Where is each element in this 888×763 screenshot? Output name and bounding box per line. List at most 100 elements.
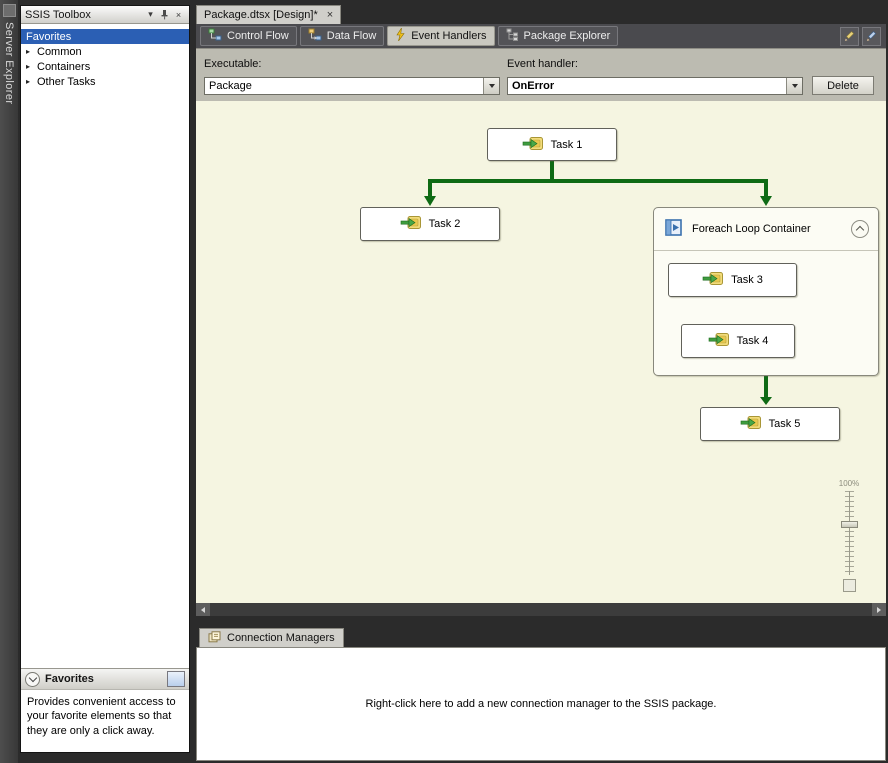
data-flow-icon bbox=[308, 28, 322, 44]
toolbar-button-b[interactable] bbox=[862, 27, 881, 46]
task-icon bbox=[702, 271, 724, 289]
event-handlers-icon bbox=[395, 28, 406, 44]
toolbox-item-containers[interactable]: ▸ Containers bbox=[21, 59, 189, 74]
task-label: Task 5 bbox=[769, 418, 801, 430]
server-explorer-icon bbox=[3, 4, 16, 17]
foreach-loop-icon bbox=[663, 218, 683, 240]
connection-managers-tab-label: Connection Managers bbox=[227, 632, 335, 644]
tab-data-flow[interactable]: Data Flow bbox=[300, 26, 385, 46]
toolbox-title: SSIS Toolbox bbox=[25, 9, 143, 21]
control-flow-icon bbox=[208, 28, 222, 44]
triangle-left-icon bbox=[201, 607, 205, 613]
task-icon bbox=[708, 332, 730, 350]
zoom-slider[interactable] bbox=[845, 491, 854, 575]
task-node-5[interactable]: Task 5 bbox=[700, 407, 840, 441]
package-explorer-icon bbox=[506, 28, 519, 44]
zoom-slider-thumb[interactable] bbox=[841, 521, 858, 528]
task-label: Task 1 bbox=[551, 139, 583, 151]
connection-managers-hint: Right-click here to add a new connection… bbox=[366, 698, 717, 710]
event-handler-combobox[interactable]: OnError bbox=[507, 77, 803, 95]
toolbox-details-section: Favorites Provides convenient access to … bbox=[21, 668, 189, 752]
task-icon bbox=[522, 136, 544, 154]
delete-button[interactable]: Delete bbox=[812, 76, 874, 95]
task-label: Task 2 bbox=[429, 218, 461, 230]
event-handler-params-row: Executable: Package Event handler: OnErr… bbox=[196, 48, 886, 101]
event-handler-value: OnError bbox=[508, 78, 786, 94]
task-node-2[interactable]: Task 2 bbox=[360, 207, 500, 241]
task-node-4[interactable]: Task 4 bbox=[681, 324, 795, 358]
tab-label: Data Flow bbox=[327, 30, 377, 42]
task-label: Task 3 bbox=[731, 274, 763, 286]
pin-icon[interactable] bbox=[158, 8, 171, 21]
toolbar-button-a[interactable] bbox=[840, 27, 859, 46]
connection-managers-tabbar: Connection Managers bbox=[196, 627, 886, 647]
chevron-up-icon bbox=[856, 226, 864, 234]
task-node-3[interactable]: Task 3 bbox=[668, 263, 797, 297]
toolbox-titlebar[interactable]: SSIS Toolbox ▾ × bbox=[21, 6, 189, 24]
connection-managers-tab[interactable]: Connection Managers bbox=[199, 628, 344, 647]
zoom-control: 100% bbox=[838, 479, 860, 592]
task-label: Task 4 bbox=[737, 335, 769, 347]
close-icon[interactable]: × bbox=[327, 10, 333, 21]
tab-label: Package Explorer bbox=[524, 30, 611, 42]
expand-arrow-icon: ▸ bbox=[26, 62, 37, 71]
document-tab-title: Package.dtsx [Design]* bbox=[204, 9, 318, 21]
toolbox-item-label: Favorites bbox=[26, 31, 71, 43]
document-tabbar: Package.dtsx [Design]* × bbox=[196, 5, 886, 24]
horizontal-scrollbar[interactable] bbox=[196, 603, 886, 616]
toolbox-details-description: Provides convenient access to your favor… bbox=[21, 690, 189, 752]
triangle-right-icon bbox=[877, 607, 881, 613]
dropdown-arrow-icon[interactable] bbox=[483, 78, 499, 94]
event-handler-label: Event handler: bbox=[507, 58, 578, 70]
scroll-left-button[interactable] bbox=[196, 603, 210, 616]
pencil-icon bbox=[844, 31, 855, 42]
chevron-down-icon[interactable] bbox=[25, 672, 40, 687]
window-menu-icon[interactable]: ▾ bbox=[144, 8, 157, 21]
toolbox-item-label: Common bbox=[37, 46, 82, 58]
tab-event-handlers[interactable]: Event Handlers bbox=[387, 26, 494, 46]
tab-label: Event Handlers bbox=[411, 30, 486, 42]
designer-view-bar: Control Flow Data Flow Event Handlers Pa… bbox=[196, 24, 886, 48]
toolbox-details-menu-icon[interactable] bbox=[167, 671, 185, 687]
zoom-level-label: 100% bbox=[838, 479, 860, 488]
app-window: Server Explorer SSIS Toolbox ▾ × Favorit… bbox=[0, 0, 888, 763]
server-explorer-strip[interactable]: Server Explorer bbox=[0, 0, 18, 763]
panel-gap bbox=[196, 616, 886, 627]
executable-combobox[interactable]: Package bbox=[204, 77, 500, 95]
executable-value: Package bbox=[205, 78, 483, 94]
dropdown-arrow-icon[interactable] bbox=[786, 78, 802, 94]
document-tab-package[interactable]: Package.dtsx [Design]* × bbox=[196, 5, 341, 24]
container-label: Foreach Loop Container bbox=[692, 223, 811, 235]
toolbox-item-label: Containers bbox=[37, 61, 90, 73]
toolbox-item-favorites[interactable]: Favorites bbox=[21, 29, 189, 44]
connection-managers-area[interactable]: Right-click here to add a new connection… bbox=[196, 647, 886, 761]
collapse-button[interactable] bbox=[851, 220, 869, 238]
connection-manager-icon bbox=[208, 631, 221, 646]
expand-arrow-icon: ▸ bbox=[26, 47, 37, 56]
zoom-fit-button[interactable] bbox=[843, 579, 856, 592]
server-explorer-label: Server Explorer bbox=[3, 22, 15, 104]
tab-control-flow[interactable]: Control Flow bbox=[200, 26, 297, 46]
toolbox-item-list: Favorites ▸ Common ▸ Containers ▸ Other … bbox=[21, 24, 189, 89]
close-icon[interactable]: × bbox=[172, 8, 185, 21]
expand-arrow-icon: ▸ bbox=[26, 77, 37, 86]
view-bar-right-tools bbox=[840, 27, 882, 46]
task-node-1[interactable]: Task 1 bbox=[487, 128, 617, 161]
pencil-icon bbox=[866, 31, 877, 42]
tab-label: Control Flow bbox=[227, 30, 289, 42]
toolbox-item-label: Other Tasks bbox=[37, 76, 96, 88]
ssis-toolbox-panel: SSIS Toolbox ▾ × Favorites ▸ Common ▸ Co… bbox=[20, 5, 190, 753]
scroll-right-button[interactable] bbox=[872, 603, 886, 616]
scrollbar-track[interactable] bbox=[210, 603, 872, 616]
executable-label: Executable: bbox=[204, 58, 261, 70]
editor-area: Package.dtsx [Design]* × Control Flow Da… bbox=[196, 5, 886, 761]
toolbox-item-common[interactable]: ▸ Common bbox=[21, 44, 189, 59]
toolbox-details-header[interactable]: Favorites bbox=[21, 668, 189, 690]
tab-package-explorer[interactable]: Package Explorer bbox=[498, 26, 619, 46]
design-surface[interactable]: Foreach Loop Container Task 1 Task 2 bbox=[196, 101, 886, 603]
toolbox-item-other-tasks[interactable]: ▸ Other Tasks bbox=[21, 74, 189, 89]
toolbox-details-title: Favorites bbox=[45, 673, 94, 685]
task-icon bbox=[740, 415, 762, 433]
foreach-loop-header[interactable]: Foreach Loop Container bbox=[654, 208, 878, 251]
task-icon bbox=[400, 215, 422, 233]
